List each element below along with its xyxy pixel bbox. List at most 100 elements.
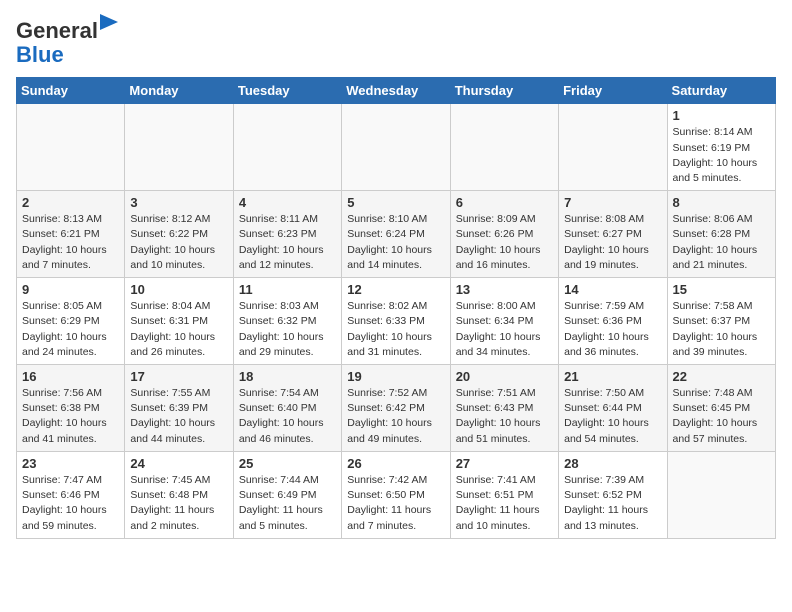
calendar-cell: 3 Sunrise: 8:12 AM Sunset: 6:22 PM Daylig… <box>125 191 233 278</box>
day-info: Sunrise: 8:06 AM Sunset: 6:28 PM Dayligh… <box>673 212 770 273</box>
calendar-cell: 15Sunrise: 7:58 AM Sunset: 6:37 PM Dayli… <box>667 278 775 365</box>
day-number: 2 <box>22 195 119 210</box>
day-info: Sunrise: 7:52 AM Sunset: 6:42 PM Dayligh… <box>347 386 444 447</box>
calendar-cell: 13 Sunrise: 8:00 AM Sunset: 6:34 PM Dayli… <box>450 278 558 365</box>
calendar-cell: 22 Sunrise: 7:48 AM Sunset: 6:45 PM Dayli… <box>667 365 775 452</box>
day-info: Sunrise: 8:10 AM Sunset: 6:24 PM Dayligh… <box>347 212 444 273</box>
logo-blue: Blue <box>16 42 64 67</box>
day-number: 16 <box>22 369 119 384</box>
calendar-cell: 27Sunrise: 7:41 AM Sunset: 6:51 PM Dayli… <box>450 451 558 538</box>
day-number: 3 <box>130 195 227 210</box>
week-row-4: 23 Sunrise: 7:47 AM Sunset: 6:46 PM Dayli… <box>17 451 776 538</box>
day-info: Sunrise: 8:09 AM Sunset: 6:26 PM Dayligh… <box>456 212 553 273</box>
day-info: Sunrise: 7:48 AM Sunset: 6:45 PM Dayligh… <box>673 386 770 447</box>
calendar-cell: 10 Sunrise: 8:04 AM Sunset: 6:31 PM Dayli… <box>125 278 233 365</box>
day-info: Sunrise: 8:08 AM Sunset: 6:27 PM Dayligh… <box>564 212 661 273</box>
week-row-2: 9 Sunrise: 8:05 AM Sunset: 6:29 PM Daylig… <box>17 278 776 365</box>
calendar-cell <box>125 104 233 191</box>
calendar-cell: 14 Sunrise: 7:59 AM Sunset: 6:36 PM Dayli… <box>559 278 667 365</box>
day-info: Sunrise: 8:03 AM Sunset: 6:32 PM Dayligh… <box>239 299 336 360</box>
day-number: 14 <box>564 282 661 297</box>
day-info: Sunrise: 7:42 AM Sunset: 6:50 PM Dayligh… <box>347 473 444 534</box>
day-number: 17 <box>130 369 227 384</box>
calendar-cell: 28 Sunrise: 7:39 AM Sunset: 6:52 PM Dayli… <box>559 451 667 538</box>
weekday-header-monday: Monday <box>125 78 233 104</box>
weekday-header-wednesday: Wednesday <box>342 78 450 104</box>
day-number: 13 <box>456 282 553 297</box>
logo: General Blue <box>16 16 118 67</box>
calendar-cell: 7Sunrise: 8:08 AM Sunset: 6:27 PM Daylig… <box>559 191 667 278</box>
calendar-cell <box>559 104 667 191</box>
day-number: 20 <box>456 369 553 384</box>
day-number: 9 <box>22 282 119 297</box>
day-number: 4 <box>239 195 336 210</box>
calendar-table: SundayMondayTuesdayWednesdayThursdayFrid… <box>16 77 776 538</box>
day-info: Sunrise: 7:59 AM Sunset: 6:36 PM Dayligh… <box>564 299 661 360</box>
weekday-header-row: SundayMondayTuesdayWednesdayThursdayFrid… <box>17 78 776 104</box>
day-number: 19 <box>347 369 444 384</box>
day-info: Sunrise: 8:12 AM Sunset: 6:22 PM Dayligh… <box>130 212 227 273</box>
calendar-cell: 9 Sunrise: 8:05 AM Sunset: 6:29 PM Daylig… <box>17 278 125 365</box>
day-info: Sunrise: 7:39 AM Sunset: 6:52 PM Dayligh… <box>564 473 661 534</box>
calendar-cell: 24 Sunrise: 7:45 AM Sunset: 6:48 PM Dayli… <box>125 451 233 538</box>
calendar-cell <box>667 451 775 538</box>
weekday-header-saturday: Saturday <box>667 78 775 104</box>
day-number: 24 <box>130 456 227 471</box>
calendar-cell: 5 Sunrise: 8:10 AM Sunset: 6:24 PM Daylig… <box>342 191 450 278</box>
day-info: Sunrise: 7:44 AM Sunset: 6:49 PM Dayligh… <box>239 473 336 534</box>
day-info: Sunrise: 8:05 AM Sunset: 6:29 PM Dayligh… <box>22 299 119 360</box>
calendar-cell: 12 Sunrise: 8:02 AM Sunset: 6:33 PM Dayli… <box>342 278 450 365</box>
calendar-cell: 8Sunrise: 8:06 AM Sunset: 6:28 PM Daylig… <box>667 191 775 278</box>
day-number: 28 <box>564 456 661 471</box>
calendar-cell: 4Sunrise: 8:11 AM Sunset: 6:23 PM Daylig… <box>233 191 341 278</box>
day-info: Sunrise: 8:13 AM Sunset: 6:21 PM Dayligh… <box>22 212 119 273</box>
calendar-cell: 1Sunrise: 8:14 AM Sunset: 6:19 PM Daylig… <box>667 104 775 191</box>
day-info: Sunrise: 7:56 AM Sunset: 6:38 PM Dayligh… <box>22 386 119 447</box>
calendar-cell: 26 Sunrise: 7:42 AM Sunset: 6:50 PM Dayli… <box>342 451 450 538</box>
day-info: Sunrise: 7:47 AM Sunset: 6:46 PM Dayligh… <box>22 473 119 534</box>
page-header: General Blue <box>16 16 776 67</box>
calendar-cell <box>233 104 341 191</box>
day-number: 27 <box>456 456 553 471</box>
day-number: 22 <box>673 369 770 384</box>
day-info: Sunrise: 7:55 AM Sunset: 6:39 PM Dayligh… <box>130 386 227 447</box>
calendar-cell: 19 Sunrise: 7:52 AM Sunset: 6:42 PM Dayli… <box>342 365 450 452</box>
calendar-cell <box>450 104 558 191</box>
calendar-cell: 11 Sunrise: 8:03 AM Sunset: 6:32 PM Dayli… <box>233 278 341 365</box>
day-info: Sunrise: 7:54 AM Sunset: 6:40 PM Dayligh… <box>239 386 336 447</box>
day-info: Sunrise: 8:02 AM Sunset: 6:33 PM Dayligh… <box>347 299 444 360</box>
calendar-cell <box>342 104 450 191</box>
day-number: 25 <box>239 456 336 471</box>
day-info: Sunrise: 8:00 AM Sunset: 6:34 PM Dayligh… <box>456 299 553 360</box>
day-number: 26 <box>347 456 444 471</box>
logo-flag-icon <box>100 14 118 36</box>
calendar-cell <box>17 104 125 191</box>
calendar-cell: 17 Sunrise: 7:55 AM Sunset: 6:39 PM Dayli… <box>125 365 233 452</box>
calendar-cell: 20Sunrise: 7:51 AM Sunset: 6:43 PM Dayli… <box>450 365 558 452</box>
weekday-header-friday: Friday <box>559 78 667 104</box>
day-number: 5 <box>347 195 444 210</box>
day-number: 10 <box>130 282 227 297</box>
day-number: 11 <box>239 282 336 297</box>
calendar-cell: 16 Sunrise: 7:56 AM Sunset: 6:38 PM Dayli… <box>17 365 125 452</box>
calendar-cell: 2 Sunrise: 8:13 AM Sunset: 6:21 PM Daylig… <box>17 191 125 278</box>
weekday-header-thursday: Thursday <box>450 78 558 104</box>
calendar-cell: 23 Sunrise: 7:47 AM Sunset: 6:46 PM Dayli… <box>17 451 125 538</box>
day-number: 18 <box>239 369 336 384</box>
week-row-3: 16 Sunrise: 7:56 AM Sunset: 6:38 PM Dayli… <box>17 365 776 452</box>
day-number: 21 <box>564 369 661 384</box>
day-info: Sunrise: 7:45 AM Sunset: 6:48 PM Dayligh… <box>130 473 227 534</box>
day-number: 6 <box>456 195 553 210</box>
calendar-cell: 6 Sunrise: 8:09 AM Sunset: 6:26 PM Daylig… <box>450 191 558 278</box>
logo-general: General <box>16 18 98 43</box>
weekday-header-tuesday: Tuesday <box>233 78 341 104</box>
week-row-0: 1Sunrise: 8:14 AM Sunset: 6:19 PM Daylig… <box>17 104 776 191</box>
week-row-1: 2 Sunrise: 8:13 AM Sunset: 6:21 PM Daylig… <box>17 191 776 278</box>
day-info: Sunrise: 7:50 AM Sunset: 6:44 PM Dayligh… <box>564 386 661 447</box>
day-info: Sunrise: 7:58 AM Sunset: 6:37 PM Dayligh… <box>673 299 770 360</box>
weekday-header-sunday: Sunday <box>17 78 125 104</box>
day-info: Sunrise: 8:04 AM Sunset: 6:31 PM Dayligh… <box>130 299 227 360</box>
day-number: 23 <box>22 456 119 471</box>
day-number: 12 <box>347 282 444 297</box>
day-info: Sunrise: 8:14 AM Sunset: 6:19 PM Dayligh… <box>673 125 770 186</box>
